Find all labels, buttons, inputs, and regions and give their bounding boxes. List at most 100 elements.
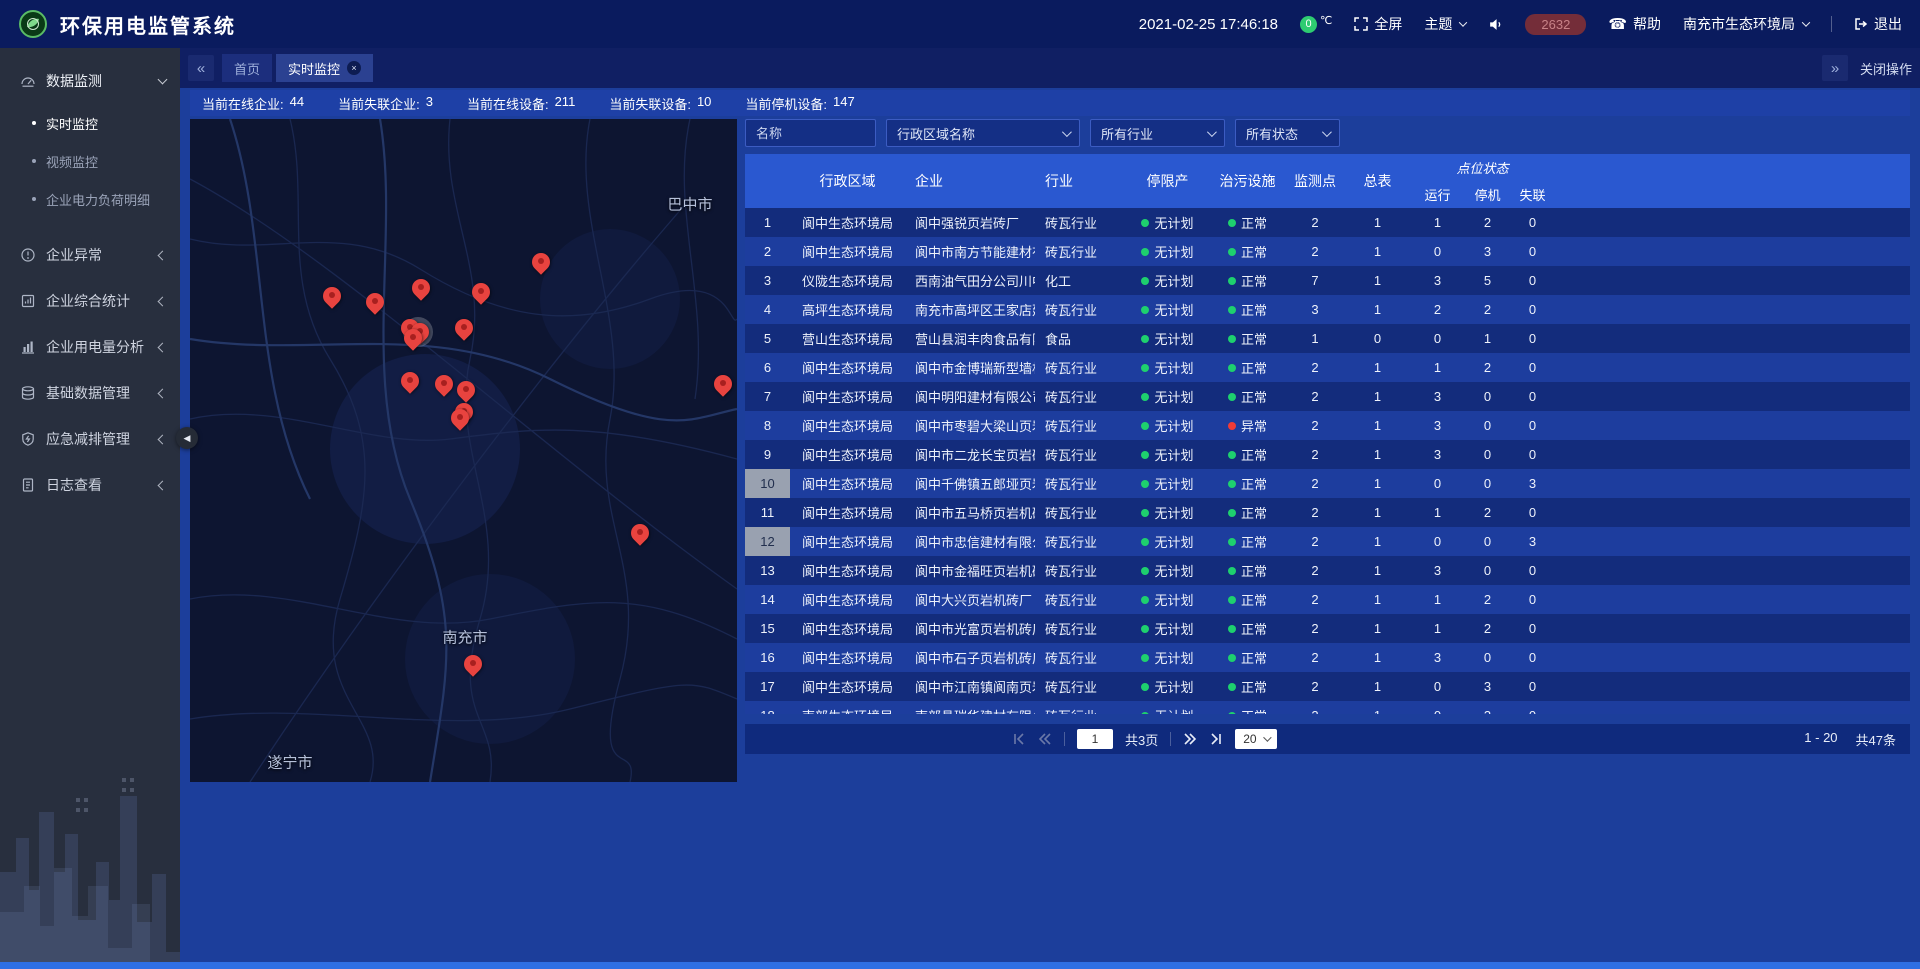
help-button[interactable]: ☎ 帮助: [1608, 14, 1661, 34]
status-dot-icon: [1141, 712, 1149, 715]
page-size-value: 20: [1243, 732, 1256, 746]
sidebar-group-data-monitor[interactable]: 数据监测: [0, 58, 180, 104]
cell-plan: 无计划: [1125, 556, 1210, 585]
table-row[interactable]: 6阆中生态环境局阆中市金博瑞新型墙材砖瓦行业无计划正常21120: [745, 353, 1910, 382]
tabs-scroll-left-button[interactable]: «: [188, 55, 214, 81]
map-pin[interactable]: [404, 329, 422, 347]
table-row[interactable]: 13阆中生态环境局阆中市金福旺页岩机砖砖瓦行业无计划正常21300: [745, 556, 1910, 585]
sidebar-item-video-monitor[interactable]: 视频监控: [0, 142, 180, 180]
table-row[interactable]: 15阆中生态环境局阆中市光富页岩机砖厂砖瓦行业无计划正常21120: [745, 614, 1910, 643]
cell-points: 2: [1285, 440, 1345, 469]
cell-index: 2: [745, 237, 790, 266]
close-operations-button[interactable]: 关闭操作: [1860, 59, 1912, 78]
status-dot-icon: [1228, 538, 1236, 546]
table-row[interactable]: 11阆中生态环境局阆中市五马桥页岩机砖砖瓦行业无计划正常21120: [745, 498, 1910, 527]
cell-company: 阆中市忠信建材有限公: [905, 527, 1035, 556]
cell-points: 7: [1285, 266, 1345, 295]
table-row[interactable]: 2阆中生态环境局阆中市南方节能建材有砖瓦行业无计划正常21030: [745, 237, 1910, 266]
cell-industry: 砖瓦行业: [1035, 469, 1125, 498]
map-pin[interactable]: [323, 287, 341, 305]
cell-lost: 0: [1510, 237, 1555, 266]
table-row[interactable]: 4高坪生态环境局南充市高坪区王家店建砖瓦行业无计划正常31220: [745, 295, 1910, 324]
cell-run: 3: [1410, 266, 1465, 295]
cell-facility: 正常: [1210, 208, 1285, 237]
cell-lost: 0: [1510, 324, 1555, 353]
map-pin[interactable]: [714, 375, 732, 393]
table-row[interactable]: 9阆中生态环境局阆中市二龙长宝页岩砖砖瓦行业无计划正常21300: [745, 440, 1910, 469]
map-pin[interactable]: [451, 409, 469, 427]
tab-realtime[interactable]: 实时监控×: [276, 54, 373, 82]
status-dot-icon: [1228, 364, 1236, 372]
map-panel[interactable]: 巴中市南充市遂宁市: [190, 119, 737, 782]
prev-page-button[interactable]: [1038, 733, 1052, 745]
map-pin[interactable]: [532, 253, 550, 271]
chevron-left-icon: [158, 342, 168, 352]
status-dot-icon: [1228, 219, 1236, 227]
industry-filter-select[interactable]: 所有行业: [1090, 119, 1225, 147]
table-row[interactable]: 1阆中生态环境局阆中强锐页岩砖厂砖瓦行业无计划正常21120: [745, 208, 1910, 237]
map-pin[interactable]: [435, 375, 453, 393]
cell-total: 1: [1345, 498, 1410, 527]
alert-count-badge[interactable]: 2632: [1525, 14, 1586, 35]
cell-index: 17: [745, 672, 790, 701]
next-page-button[interactable]: [1183, 733, 1197, 745]
cell-facility: 正常: [1210, 527, 1285, 556]
sidebar-group-log-view[interactable]: 日志查看: [0, 462, 180, 508]
region-filter-select[interactable]: 行政区域名称: [886, 119, 1080, 147]
mute-button[interactable]: [1488, 17, 1503, 32]
theme-dropdown[interactable]: 主题: [1424, 14, 1466, 34]
table-row[interactable]: 17阆中生态环境局阆中市江南镇阆南页岩砖瓦行业无计划正常21030: [745, 672, 1910, 701]
plan-column-header: 停限产: [1125, 154, 1210, 208]
map-pin[interactable]: [631, 524, 649, 542]
points-column-header: 监测点: [1285, 154, 1345, 208]
cell-company: 阆中强锐页岩砖厂: [905, 208, 1035, 237]
page-size-select[interactable]: 20: [1235, 729, 1276, 749]
cell-region: 阆中生态环境局: [790, 208, 905, 237]
logout-button[interactable]: 退出: [1854, 14, 1902, 34]
cell-total: 1: [1345, 614, 1410, 643]
tab-home[interactable]: 首页: [222, 54, 272, 82]
table-row[interactable]: 3仪陇生态环境局西南油气田分公司川中化工无计划正常71350: [745, 266, 1910, 295]
app-logo-icon: [18, 9, 48, 39]
table-row[interactable]: 18南部生态环境局南部县瑞华建材有限公砖瓦行业无计划正常21030: [745, 701, 1910, 714]
org-dropdown[interactable]: 南充市生态环境局: [1683, 14, 1809, 34]
cell-run: 2: [1410, 295, 1465, 324]
sidebar-group-emergency-reduction[interactable]: 应急减排管理: [0, 416, 180, 462]
map-pin[interactable]: [472, 283, 490, 301]
fullscreen-button[interactable]: 全屏: [1354, 14, 1402, 34]
tabs-scroll-right-button[interactable]: »: [1822, 55, 1848, 81]
cell-total: 0: [1345, 324, 1410, 353]
sidebar-group-enterprise-stats[interactable]: 企业综合统计: [0, 278, 180, 324]
table-row[interactable]: 8阆中生态环境局阆中市枣碧大梁山页岩砖瓦行业无计划异常21300: [745, 411, 1910, 440]
tab-close-icon[interactable]: ×: [347, 61, 361, 75]
table-row[interactable]: 7阆中生态环境局阆中明阳建材有限公司砖瓦行业无计划正常21300: [745, 382, 1910, 411]
sidebar-item-power-load-detail[interactable]: 企业电力负荷明细: [0, 180, 180, 218]
chevron-left-icon: [158, 296, 168, 306]
sidebar-group-power-analysis[interactable]: 企业用电量分析: [0, 324, 180, 370]
sidebar-item-realtime-monitor[interactable]: 实时监控: [0, 104, 180, 142]
table-row[interactable]: 10阆中生态环境局阆中千佛镇五郎垭页岩砖瓦行业无计划正常21003: [745, 469, 1910, 498]
table-row[interactable]: 5营山生态环境局营山县润丰肉食品有限食品无计划正常10010: [745, 324, 1910, 353]
name-filter-input[interactable]: [745, 119, 876, 147]
sidebar-collapse-toggle[interactable]: ◀: [176, 427, 198, 449]
status-dot-icon: [1141, 335, 1149, 343]
sidebar-group-base-data[interactable]: 基础数据管理: [0, 370, 180, 416]
cell-stop: 2: [1465, 208, 1510, 237]
table-row[interactable]: 12阆中生态环境局阆中市忠信建材有限公砖瓦行业无计划正常21003: [745, 527, 1910, 556]
cell-run: 3: [1410, 382, 1465, 411]
map-pin[interactable]: [412, 279, 430, 297]
table-row[interactable]: 16阆中生态环境局阆中市石子页岩机砖厂砖瓦行业无计划正常21300: [745, 643, 1910, 672]
map-pin[interactable]: [401, 372, 419, 390]
cell-industry: 砖瓦行业: [1035, 382, 1125, 411]
last-page-button[interactable]: [1209, 733, 1223, 745]
cell-run: 0: [1410, 672, 1465, 701]
map-pin[interactable]: [366, 293, 384, 311]
sidebar-group-enterprise-abnormal[interactable]: 企业异常: [0, 232, 180, 278]
map-pin[interactable]: [455, 319, 473, 337]
map-pin[interactable]: [464, 655, 482, 673]
first-page-button[interactable]: [1012, 733, 1026, 745]
map-pin[interactable]: [457, 381, 475, 399]
status-filter-select[interactable]: 所有状态: [1235, 119, 1340, 147]
page-number-input[interactable]: [1077, 729, 1113, 749]
table-row[interactable]: 14阆中生态环境局阆中大兴页岩机砖厂砖瓦行业无计划正常21120: [745, 585, 1910, 614]
